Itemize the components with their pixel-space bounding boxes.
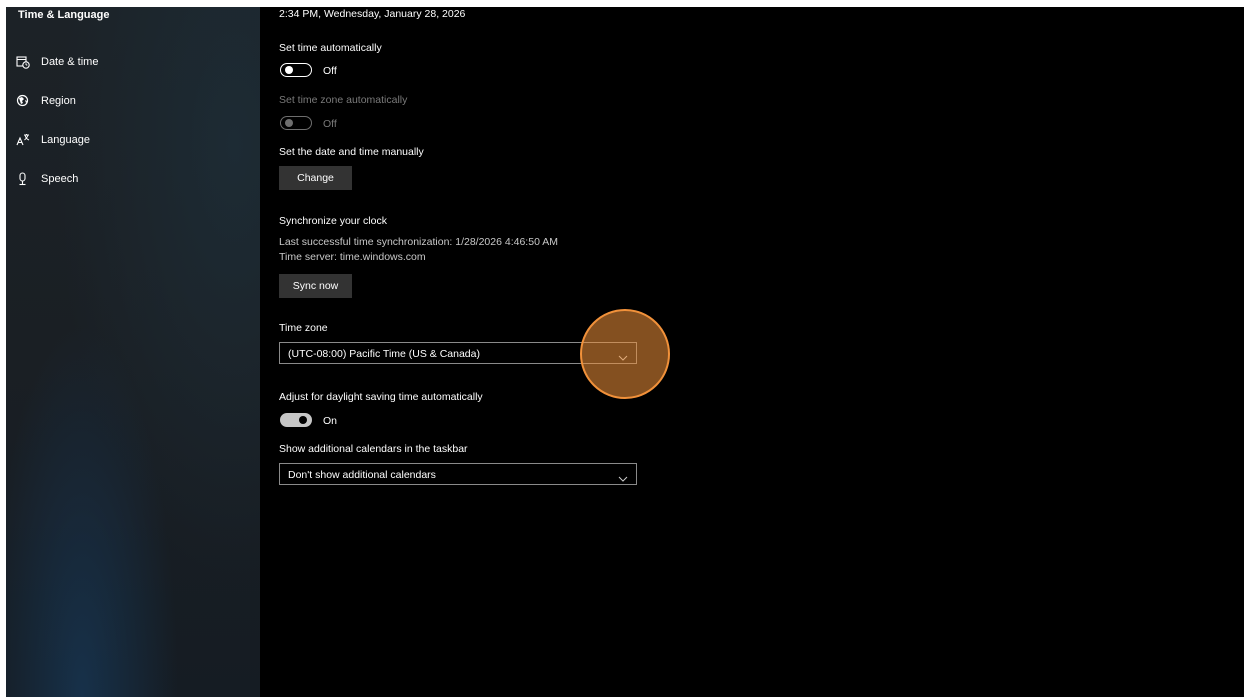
manual-datetime-label: Set the date and time manually (279, 146, 424, 158)
main-content: 2:34 PM, Wednesday, January 28, 2026 Set… (260, 7, 1244, 697)
sidebar-item-label: Language (41, 134, 90, 146)
sidebar-item-date-time[interactable]: Date & time (6, 48, 260, 78)
set-timezone-auto-toggle[interactable] (280, 116, 312, 130)
sidebar-item-label: Region (41, 95, 76, 107)
language-icon (16, 133, 30, 147)
calendars-value: Don't show additional calendars (288, 469, 436, 481)
calendars-label: Show additional calendars in the taskbar (279, 443, 468, 455)
timezone-label: Time zone (279, 322, 328, 334)
dst-label: Adjust for daylight saving time automati… (279, 391, 483, 403)
sidebar-item-label: Date & time (41, 56, 99, 68)
set-timezone-auto-state: Off (323, 118, 337, 130)
calendars-dropdown[interactable]: Don't show additional calendars (279, 463, 637, 485)
toggle-knob (299, 416, 307, 424)
microphone-icon (16, 172, 30, 186)
chevron-down-icon (618, 470, 628, 482)
timezone-dropdown[interactable]: (UTC-08:00) Pacific Time (US & Canada) (279, 342, 637, 364)
sync-heading: Synchronize your clock (279, 215, 387, 227)
dst-toggle[interactable] (280, 413, 312, 427)
change-button[interactable]: Change (279, 166, 352, 190)
set-timezone-auto-label: Set time zone automatically (279, 94, 408, 106)
time-server-text: Time server: time.windows.com (279, 251, 426, 263)
set-time-auto-toggle[interactable] (280, 63, 312, 77)
sidebar-item-speech[interactable]: Speech (6, 165, 260, 195)
date-time-icon (16, 55, 30, 69)
toggle-knob (285, 66, 293, 74)
settings-window: Time & Language Date & time Region Langu… (6, 7, 1244, 697)
region-globe-icon (16, 94, 30, 108)
dst-state: On (323, 415, 338, 427)
sidebar-item-region[interactable]: Region (6, 87, 260, 117)
sidebar-item-language[interactable]: Language (6, 126, 260, 156)
set-time-auto-state: Off (323, 65, 337, 77)
sync-now-button[interactable]: Sync now (279, 274, 352, 298)
last-sync-text: Last successful time synchronization: 1/… (279, 236, 558, 248)
sidebar-item-label: Speech (41, 173, 79, 185)
current-datetime: 2:34 PM, Wednesday, January 28, 2026 (279, 8, 466, 20)
toggle-knob (285, 119, 293, 127)
timezone-value: (UTC-08:00) Pacific Time (US & Canada) (288, 348, 480, 360)
sidebar-title: Time & Language (18, 9, 110, 21)
chevron-down-icon (618, 349, 628, 361)
set-time-auto-label: Set time automatically (279, 42, 382, 54)
sidebar: Time & Language Date & time Region Langu… (6, 7, 260, 697)
